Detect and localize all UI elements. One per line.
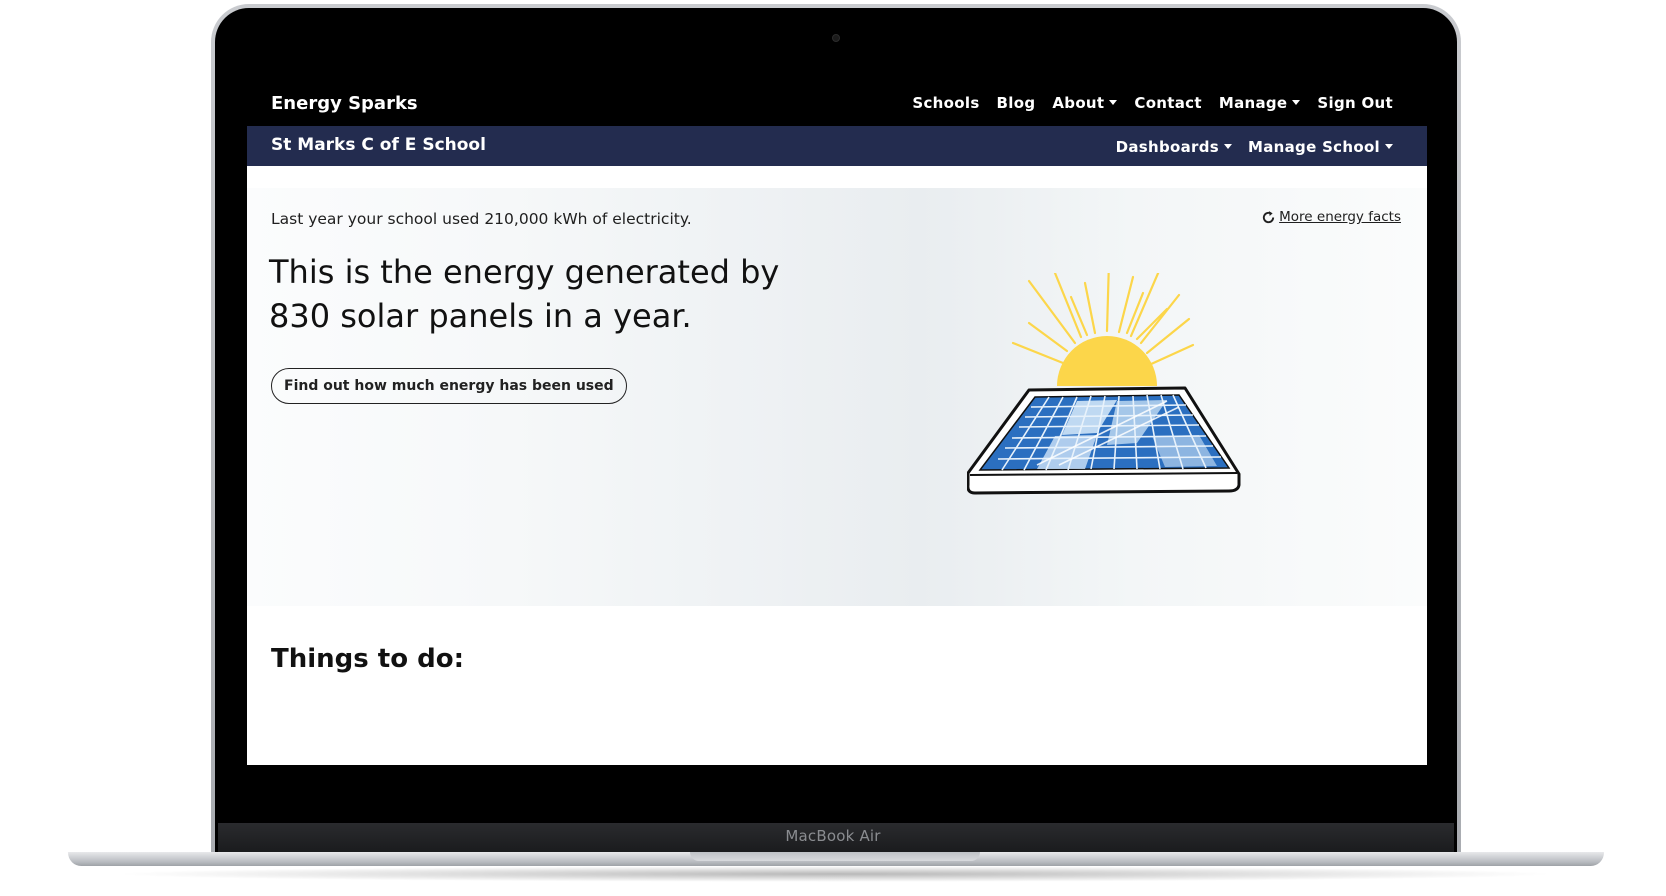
- caret-down-icon: [1385, 144, 1393, 149]
- nav-link-contact[interactable]: Contact: [1134, 94, 1201, 112]
- nav-link-blog[interactable]: Blog: [997, 94, 1036, 112]
- camera-icon: [832, 34, 840, 42]
- brand-logo[interactable]: Energy Sparks: [271, 93, 418, 114]
- nav-link-schools[interactable]: Schools: [912, 94, 979, 112]
- caret-down-icon: [1223, 144, 1232, 149]
- things-to-do-title: Things to do:: [271, 644, 465, 674]
- school-navbar: St Marks C of E School Dashboards Manage…: [247, 126, 1427, 166]
- nav-link-sign-out[interactable]: Sign Out: [1317, 94, 1393, 112]
- energy-usage-intro: Last year your school used 210,000 kWh o…: [271, 210, 692, 228]
- refresh-icon: [1263, 210, 1275, 223]
- laptop-shadow: [110, 866, 1560, 882]
- nav-dropdown-manage-school[interactable]: Manage School: [1248, 138, 1393, 156]
- school-nav-links: Dashboards Manage School: [1116, 138, 1393, 156]
- energy-fact-hero: Last year your school used 210,000 kWh o…: [247, 188, 1427, 606]
- school-name[interactable]: St Marks C of E School: [271, 135, 486, 155]
- nav-dropdown-about[interactable]: About: [1052, 94, 1118, 112]
- caret-down-icon: [1292, 100, 1301, 105]
- energy-fact-headline: This is the energy generated by 830 sola…: [269, 253, 780, 335]
- nav-dropdown-manage[interactable]: Manage: [1219, 94, 1301, 112]
- more-energy-facts-link[interactable]: More energy facts: [1261, 209, 1401, 225]
- more-energy-facts-label: More energy facts: [1279, 209, 1401, 225]
- top-navbar: Energy Sparks Schools Blog About Contact…: [247, 72, 1427, 126]
- device-model-label: MacBook Air: [785, 827, 881, 845]
- top-nav-links: Schools Blog About Contact Manage Sign O…: [912, 94, 1393, 112]
- solar-panel-sun-illustration: [967, 273, 1241, 495]
- page-content: Last year your school used 210,000 kWh o…: [247, 166, 1427, 765]
- find-energy-usage-button[interactable]: Find out how much energy has been used: [271, 368, 627, 404]
- laptop-base-notch: [690, 852, 980, 861]
- caret-down-icon: [1109, 100, 1118, 105]
- nav-dropdown-dashboards[interactable]: Dashboards: [1116, 138, 1232, 156]
- screen: Energy Sparks Schools Blog About Contact…: [247, 72, 1427, 765]
